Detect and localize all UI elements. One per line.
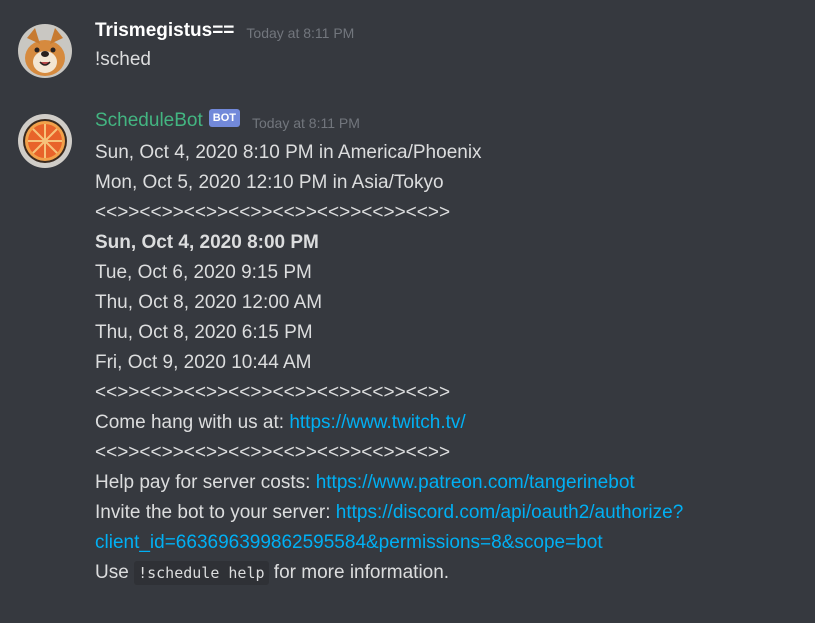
help-line: Use !schedule help for more information. <box>95 558 795 588</box>
timezone-line: Mon, Oct 5, 2020 12:10 PM in Asia/Tokyo <box>95 172 444 193</box>
schedule-item: Fri, Oct 9, 2020 10:44 AM <box>95 352 312 373</box>
timezone-line: Sun, Oct 4, 2020 8:10 PM in America/Phoe… <box>95 142 482 163</box>
schedule-item-current: Sun, Oct 4, 2020 8:00 PM <box>95 232 319 253</box>
help-suffix: for more information. <box>268 562 450 583</box>
patreon-link[interactable]: https://www.patreon.com/tangerinebot <box>316 472 635 493</box>
invite-line: Invite the bot to your server: https://d… <box>95 498 795 528</box>
username[interactable]: Trismegistus== <box>95 20 234 42</box>
invite-link[interactable]: https://discord.com/api/oauth2/authorize… <box>336 502 683 523</box>
username[interactable]: ScheduleBot <box>95 110 203 132</box>
separator: <<>><<>><<>><<>><<>><<>><<>><<>> <box>95 202 451 223</box>
pay-label: Help pay for server costs: <box>95 472 316 493</box>
twitch-link[interactable]: https://www.twitch.tv/ <box>289 412 465 433</box>
avatar-shiba[interactable] <box>18 24 72 78</box>
timestamp[interactable]: Today at 8:11 PM <box>246 25 354 41</box>
avatar-orange[interactable] <box>18 114 72 168</box>
help-command: !schedule help <box>134 561 269 585</box>
pay-line: Help pay for server costs: https://www.p… <box>95 468 795 498</box>
orange-slice-icon <box>18 114 72 168</box>
invite-label: Invite the bot to your server: <box>95 502 336 523</box>
separator: <<>><<>><<>><<>><<>><<>><<>><<>> <box>95 442 451 463</box>
shiba-dog-icon <box>18 24 72 78</box>
invite-link-cont[interactable]: client_id=663696399862595584&permissions… <box>95 532 603 553</box>
invite-line-cont: client_id=663696399862595584&permissions… <box>95 528 795 558</box>
bot-badge: BOT <box>208 109 240 127</box>
schedule-item: Thu, Oct 8, 2020 6:15 PM <box>95 322 313 343</box>
timestamp[interactable]: Today at 8:11 PM <box>252 115 360 131</box>
separator: <<>><<>><<>><<>><<>><<>><<>><<>> <box>95 382 451 403</box>
hang-line: Come hang with us at: https://www.twitch… <box>95 408 795 438</box>
message-text: !sched <box>95 49 151 70</box>
help-prefix: Use <box>95 562 135 583</box>
schedule-item: Tue, Oct 6, 2020 9:15 PM <box>95 262 312 283</box>
schedule-item: Thu, Oct 8, 2020 12:00 AM <box>95 292 323 313</box>
hang-label: Come hang with us at: <box>95 412 290 433</box>
